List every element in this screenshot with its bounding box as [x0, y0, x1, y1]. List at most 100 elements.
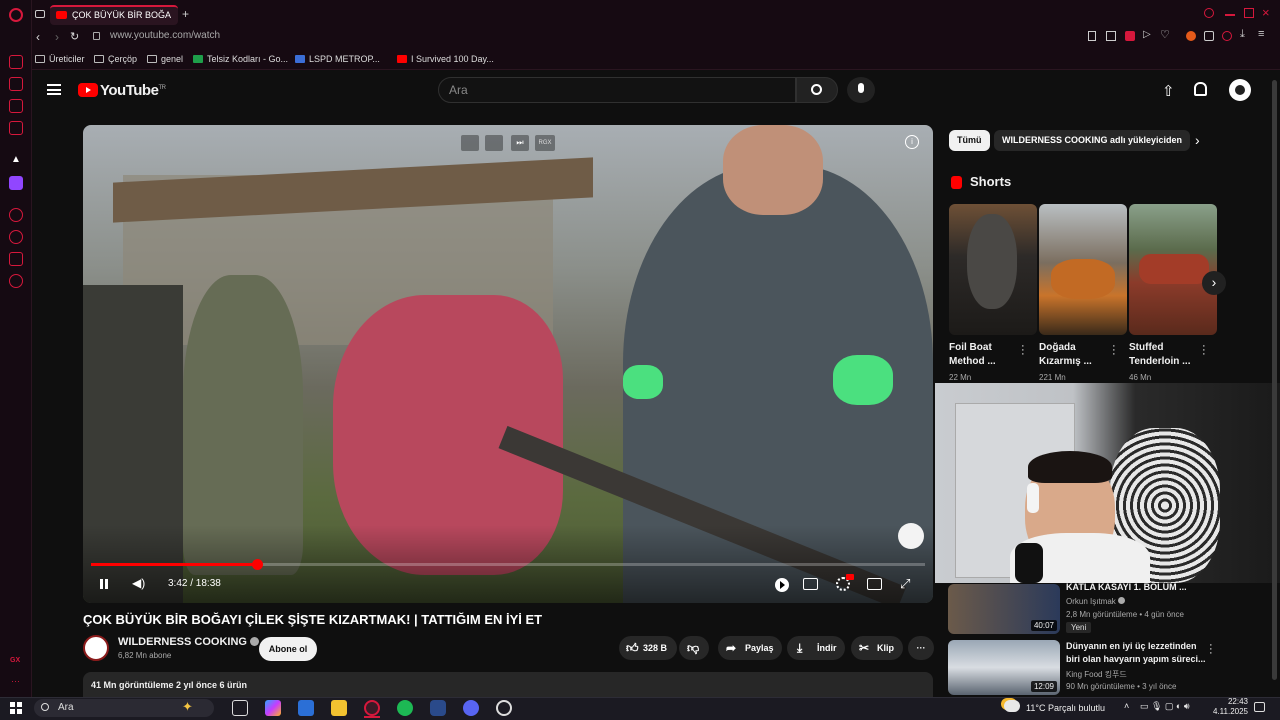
video-player[interactable]: ⏭ RGX i	[83, 125, 933, 603]
related-title[interactable]: Dünyanın en iyi üç lezzetinden biri olan…	[1066, 640, 1206, 666]
menu-icon[interactable]: ≡	[1258, 28, 1264, 40]
windows-start-icon[interactable]	[10, 702, 22, 714]
forward-icon[interactable]: ›	[55, 30, 59, 44]
shorts-next-button[interactable]: ›	[1202, 271, 1226, 295]
sidebar-arc-icon[interactable]: ▲	[11, 154, 21, 165]
app-icon[interactable]	[430, 700, 446, 716]
short-menu-icon[interactable]: · · ·	[1112, 341, 1116, 360]
new-tab-icon[interactable]: +	[182, 7, 189, 21]
maximize-icon[interactable]	[1244, 8, 1254, 18]
gx-cast-icon[interactable]: RGX	[535, 135, 555, 151]
bookmark-link[interactable]: Telsiz Kodları - Go...	[193, 54, 288, 64]
pause-button[interactable]	[99, 578, 111, 590]
tab-active[interactable]: ÇOK BÜYÜK BİR BOĞA	[50, 5, 178, 25]
notifications-icon[interactable]	[1194, 82, 1207, 96]
autoplay-toggle[interactable]	[775, 578, 789, 592]
hamburger-menu-icon[interactable]	[47, 84, 61, 95]
bookmark-folder[interactable]: Çerçöp	[94, 54, 137, 64]
short-thumbnail[interactable]	[1129, 204, 1217, 335]
weather-icon[interactable]	[1004, 700, 1020, 712]
search-tabs-icon[interactable]	[1204, 8, 1214, 18]
progress-scrubber[interactable]	[251, 559, 263, 570]
page-scrollbar[interactable]	[1272, 80, 1277, 680]
file-explorer-icon[interactable]	[331, 700, 347, 716]
download-icon[interactable]: ⤓	[1240, 28, 1245, 41]
short-thumbnail[interactable]	[949, 204, 1037, 335]
url-field[interactable]: www.youtube.com/watch	[110, 30, 220, 41]
spotify-icon[interactable]	[397, 700, 413, 716]
tray-chevron-icon[interactable]: ˄	[1124, 701, 1129, 711]
weather-widget[interactable]: 11°C Parçalı bulutlu	[1026, 703, 1105, 713]
skip-icon[interactable]: ⏭	[511, 135, 529, 151]
fullscreen-button[interactable]: ⤢	[900, 576, 910, 592]
channel-name[interactable]: WILDERNESS COOKING	[118, 636, 260, 648]
sidebar-wallet-icon[interactable]	[9, 77, 23, 91]
related-channel[interactable]: Orkun Işıtmak	[1066, 597, 1126, 606]
chip-all[interactable]: Tümü	[949, 130, 990, 151]
short-thumbnail[interactable]	[1039, 204, 1127, 335]
search-input[interactable]: Ara	[438, 77, 796, 103]
related-menu-icon[interactable]: · · ·	[1209, 640, 1213, 659]
account-avatar[interactable]	[1229, 79, 1251, 101]
puzzle-icon[interactable]	[1204, 31, 1214, 41]
clip-button[interactable]: ✂ Klip	[851, 636, 903, 660]
bookmark-folder[interactable]: Üreticiler	[35, 54, 85, 64]
close-icon[interactable]: ×	[1262, 5, 1270, 20]
popout-icon[interactable]	[485, 135, 503, 151]
back-icon[interactable]: ‹	[36, 30, 40, 44]
clock[interactable]: 22:43 4.11.2025	[1213, 697, 1248, 717]
description-box[interactable]: 41 Mn görüntüleme 2 yıl önce 6 ürün	[83, 672, 933, 698]
sidebar-aria-icon[interactable]	[9, 55, 23, 69]
upload-icon[interactable]: ⇧	[1162, 82, 1175, 100]
minimize-icon[interactable]	[1225, 14, 1235, 16]
vpn-icon[interactable]	[1125, 31, 1135, 41]
chip-from-uploader[interactable]: WILDERNESS COOKING adlı yükleyiciden	[994, 130, 1191, 151]
tray-icons[interactable]: ▭ 🎙︎ ▢ ◐ 🔊︎	[1140, 701, 1190, 712]
opera-logo-icon[interactable]	[9, 8, 23, 22]
extension-icon[interactable]	[1186, 31, 1196, 41]
copilot-icon[interactable]	[265, 700, 281, 716]
related-channel[interactable]: King Food 킹푸드	[1066, 669, 1127, 680]
short-title[interactable]: Stuffed Tenderloin ...	[1129, 341, 1199, 369]
sidebar-more-icon[interactable]: ···	[11, 676, 20, 686]
short-menu-icon[interactable]: · · ·	[1021, 341, 1025, 360]
subscribe-button[interactable]: Abone ol	[259, 637, 317, 661]
related-thumbnail[interactable]: 12:09	[948, 640, 1060, 695]
sidebar-history-icon[interactable]	[9, 230, 23, 244]
short-title[interactable]: Doğada Kızarmış ...	[1039, 341, 1109, 369]
sidebar-twitch-icon[interactable]	[9, 176, 23, 190]
discord-icon[interactable]	[463, 700, 479, 716]
bookmark-link[interactable]: LSPD METROP...	[295, 54, 380, 64]
bookmark-icon[interactable]	[1088, 31, 1096, 41]
related-title[interactable]: KATLA KASAYI 1. BÖLÜM ...	[1066, 581, 1206, 594]
sidebar-player-icon[interactable]	[9, 208, 23, 222]
profile-icon[interactable]	[1222, 31, 1232, 41]
share-button[interactable]: ➦ Paylaş	[718, 636, 782, 660]
sidebar-news-icon[interactable]	[9, 121, 23, 135]
task-view-icon[interactable]	[232, 700, 248, 716]
related-thumbnail[interactable]: 40:07	[948, 584, 1060, 634]
sidebar-gx-icon[interactable]: GX	[10, 657, 20, 664]
snapshot-icon[interactable]	[1106, 31, 1116, 41]
taskbar-search[interactable]: Ara ✦	[34, 699, 214, 717]
more-actions-button[interactable]: ···	[908, 636, 934, 660]
heart-icon[interactable]: ♡	[1160, 28, 1170, 41]
short-menu-icon[interactable]: · · ·	[1202, 341, 1206, 360]
sidebar-extensions-icon[interactable]	[9, 252, 23, 266]
bookmark-folder[interactable]: genel	[147, 54, 183, 64]
theater-mode-button[interactable]	[867, 578, 882, 590]
obs-icon[interactable]	[496, 700, 512, 716]
voice-search-button[interactable]	[847, 77, 875, 103]
opera-gx-icon[interactable]	[364, 700, 380, 716]
store-icon[interactable]	[298, 700, 314, 716]
info-icon[interactable]: i	[905, 135, 919, 149]
bookmark-link[interactable]: I Survived 100 Day...	[397, 54, 494, 64]
search-button[interactable]	[796, 77, 838, 103]
miniplayer-icon[interactable]	[461, 135, 479, 151]
channel-watermark[interactable]	[898, 523, 924, 549]
youtube-logo[interactable]: YouTubeTR	[78, 82, 166, 99]
channel-avatar[interactable]	[83, 635, 109, 661]
volume-button[interactable]: ◀)	[132, 576, 145, 590]
chips-next-icon[interactable]: ›	[1195, 132, 1200, 148]
download-button[interactable]: ⤓ İndir	[787, 636, 845, 660]
